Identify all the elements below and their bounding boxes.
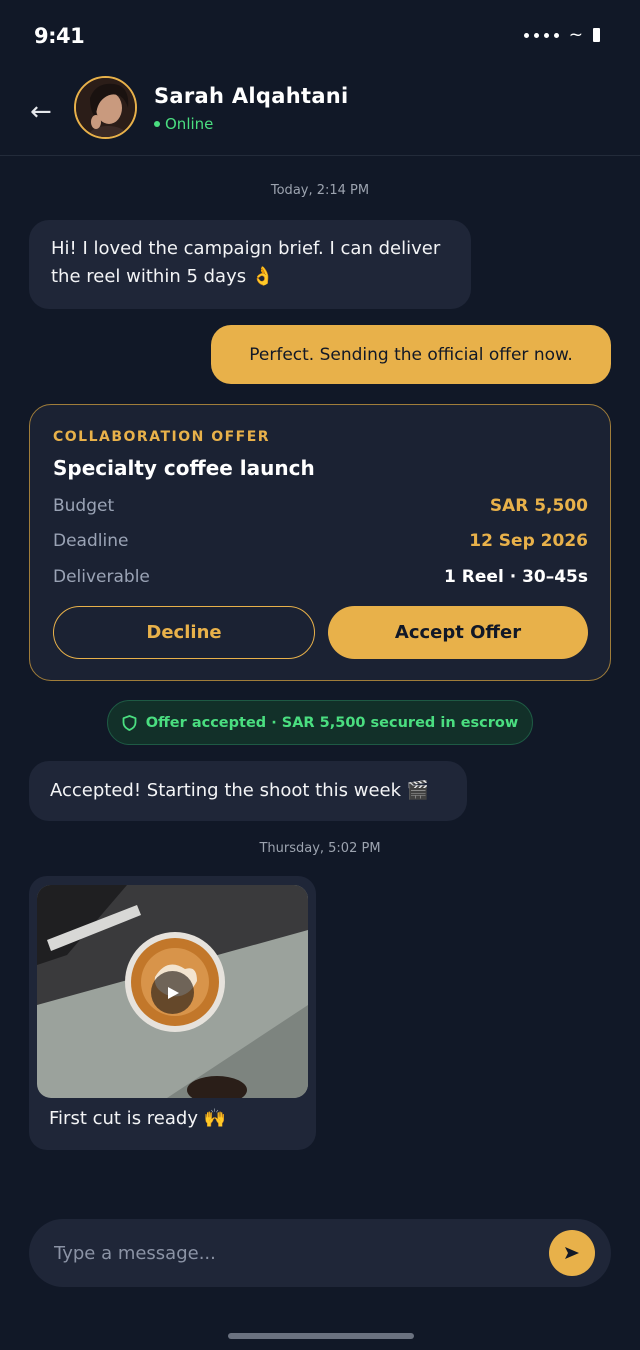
offer-row-label: Deadline: [53, 531, 129, 551]
avatar-photo: [76, 78, 135, 137]
play-button[interactable]: [151, 971, 194, 1014]
battery-icon: [593, 28, 600, 42]
signal-icon: [523, 32, 559, 38]
status-bar: 9:41 ~: [0, 0, 640, 70]
presence-status: Online: [154, 115, 213, 133]
offer-row-label: Budget: [53, 496, 115, 516]
offer-title: Specialty coffee launch: [53, 456, 315, 480]
offer-row-deliverable: Deliverable 1 Reel · 30–45s: [53, 567, 588, 587]
presence-label: Online: [165, 115, 214, 133]
status-icons: ~: [523, 25, 600, 45]
offer-eyebrow: COLLABORATION OFFER: [53, 429, 271, 445]
message-composer: [29, 1219, 611, 1287]
send-button[interactable]: [549, 1230, 595, 1276]
collaboration-offer-card: COLLABORATION OFFER Specialty coffee lau…: [29, 404, 611, 681]
offer-row-budget: Budget SAR 5,500: [53, 496, 588, 516]
escrow-text: Offer accepted · SAR 5,500 secured in es…: [145, 714, 519, 731]
offer-row-value: SAR 5,500: [489, 496, 588, 516]
timestamp: Today, 2:14 PM: [270, 183, 370, 198]
video-thumbnail[interactable]: [37, 885, 308, 1098]
timestamp: Thursday, 5:02 PM: [259, 841, 381, 856]
message-input[interactable]: [54, 1219, 534, 1287]
incoming-message[interactable]: Accepted! Starting the shoot this week 🎬: [29, 761, 467, 821]
offer-row-deadline: Deadline 12 Sep 2026: [53, 531, 588, 551]
home-indicator: [228, 1333, 414, 1339]
escrow-status-badge: Offer accepted · SAR 5,500 secured in es…: [107, 700, 533, 745]
back-button[interactable]: ←: [30, 92, 58, 132]
send-icon: [565, 1247, 579, 1259]
decline-button[interactable]: Decline: [53, 606, 315, 659]
offer-row-label: Deliverable: [53, 567, 150, 587]
arrow-left-icon: ←: [30, 97, 52, 127]
media-caption: First cut is ready 🙌: [49, 1108, 227, 1129]
offer-row-value: 12 Sep 2026: [469, 531, 588, 551]
chat-header: ← Sarah Alqahtani Online: [0, 70, 640, 156]
shield-icon: [122, 714, 137, 731]
play-icon: [167, 986, 179, 999]
media-message[interactable]: First cut is ready 🙌: [29, 876, 316, 1150]
offer-row-value: 1 Reel · 30–45s: [444, 567, 588, 587]
outgoing-message[interactable]: Perfect. Sending the official offer now.: [211, 325, 611, 384]
status-time: 9:41: [34, 24, 85, 48]
contact-name: Sarah Alqahtani: [154, 84, 349, 108]
avatar[interactable]: [74, 76, 137, 139]
message-text: Perfect. Sending the official offer now.: [249, 344, 573, 365]
incoming-message[interactable]: Hi! I loved the campaign brief. I can de…: [29, 220, 471, 309]
wifi-icon: ~: [568, 25, 583, 45]
message-text: Accepted! Starting the shoot this week 🎬: [50, 780, 430, 801]
accept-offer-button[interactable]: Accept Offer: [328, 606, 588, 659]
online-dot-icon: [154, 121, 160, 127]
message-text: Hi! I loved the campaign brief. I can de…: [51, 238, 441, 287]
